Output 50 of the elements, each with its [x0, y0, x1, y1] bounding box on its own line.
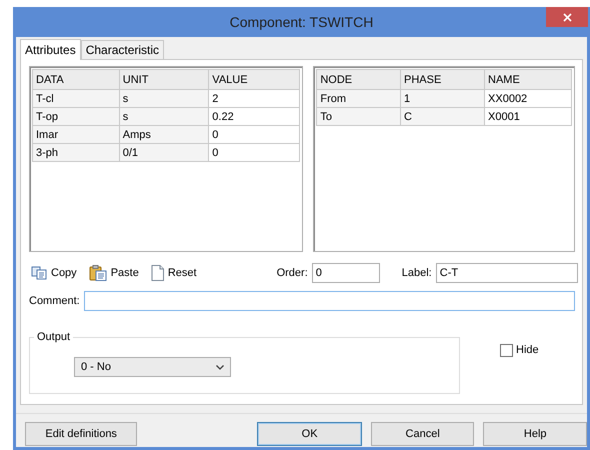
- group-title: Output: [36, 331, 72, 343]
- dialog-button[interactable]: Edit definitions: [25, 422, 138, 446]
- table-cell[interactable]: 2: [208, 90, 300, 108]
- table-cell: T-op: [32, 108, 120, 126]
- tab[interactable]: Characteristic: [80, 40, 164, 59]
- label-label: Label:: [402, 267, 432, 279]
- close-button[interactable]: [546, 7, 588, 27]
- table-cell: From: [316, 90, 400, 108]
- dialog-button[interactable]: Cancel: [370, 422, 474, 446]
- dialog-button[interactable]: OK: [257, 422, 362, 446]
- table-cell: s: [119, 108, 209, 126]
- table-cell: 1: [400, 90, 485, 108]
- table-cell: Imar: [32, 126, 120, 144]
- chevron-icon: [216, 364, 224, 370]
- label-field[interactable]: C-T: [436, 263, 578, 283]
- table-cell: 0/1: [119, 144, 209, 162]
- reset-button[interactable]: Reset: [148, 265, 199, 281]
- dialog-button[interactable]: Help: [483, 422, 587, 446]
- table-cell: Amps: [119, 126, 209, 144]
- table-cell: 3-ph: [32, 144, 120, 162]
- table-cell[interactable]: X0001: [484, 108, 572, 126]
- column-header: PHASE: [400, 70, 485, 90]
- table-cell: s: [119, 90, 209, 108]
- table-cell[interactable]: 0.22: [208, 108, 300, 126]
- document-icon: [150, 265, 164, 281]
- table-cell: T-cl: [32, 90, 120, 108]
- clipboard-icon: [88, 265, 107, 281]
- order-label: Order:: [276, 267, 308, 279]
- close-icon: [562, 12, 572, 22]
- tab[interactable]: Attributes: [20, 39, 81, 60]
- window-title: Component: TSWITCH: [228, 14, 374, 30]
- column-header: NAME: [484, 70, 572, 90]
- column-header: DATA: [32, 70, 120, 90]
- table-cell[interactable]: XX0002: [484, 90, 572, 108]
- table-cell: C: [400, 108, 485, 126]
- checkbox-label: Hide: [516, 344, 539, 356]
- table-cell: To: [316, 108, 400, 126]
- output-dropdown[interactable]: 0 - No: [74, 357, 231, 377]
- copy-button[interactable]: Copy: [29, 266, 79, 280]
- copy-icon: [31, 266, 47, 280]
- order-field[interactable]: 0: [312, 263, 380, 283]
- table-cell[interactable]: 0: [208, 126, 300, 144]
- comment-label: Comment:: [29, 295, 80, 307]
- column-header: VALUE: [208, 70, 300, 90]
- hide-checkbox[interactable]: [500, 344, 513, 356]
- column-header: UNIT: [119, 70, 209, 90]
- comment-field[interactable]: [84, 291, 575, 311]
- paste-button[interactable]: Paste: [86, 265, 141, 281]
- column-header: NODE: [316, 70, 400, 90]
- table-cell[interactable]: 0: [208, 144, 300, 162]
